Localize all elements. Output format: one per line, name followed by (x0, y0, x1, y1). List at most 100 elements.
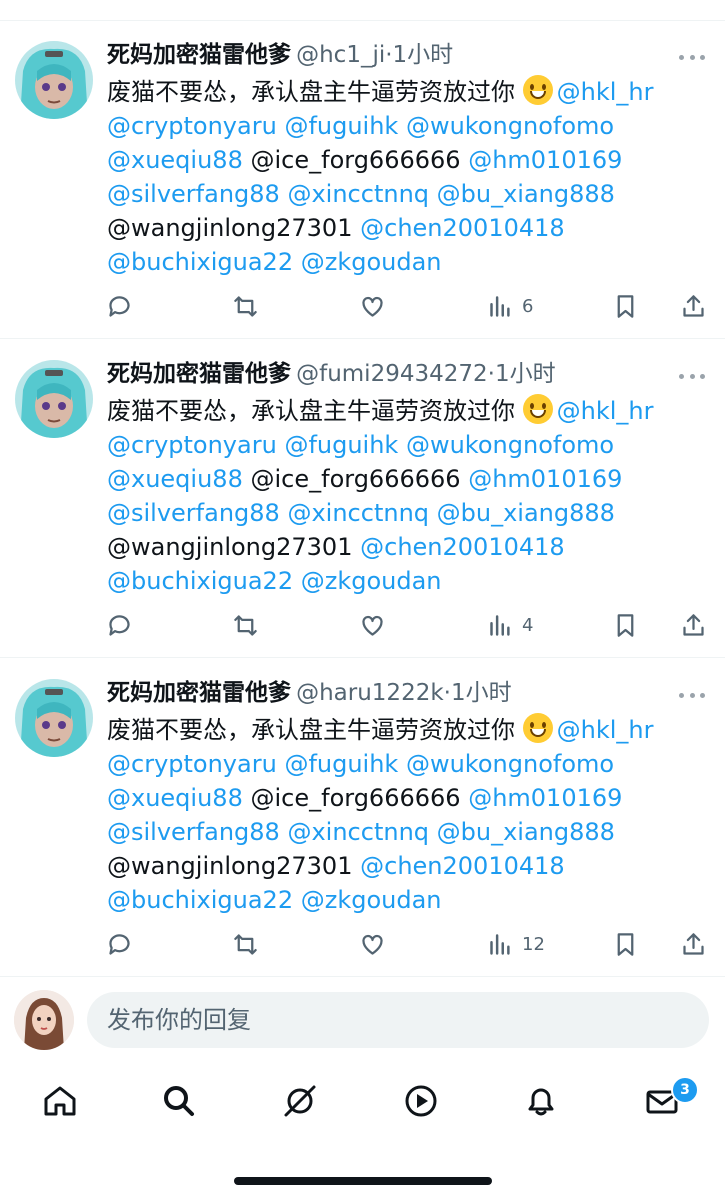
tweet-text-prefix: 废猫不要怂，承认盘主牛逼劳资放过你 (107, 716, 515, 744)
like-button[interactable] (359, 289, 386, 323)
mention-link[interactable]: @cryptonyaru (107, 750, 277, 778)
retweet-button[interactable] (232, 289, 259, 323)
mention-link[interactable]: @zkgoudan (301, 248, 442, 276)
bookmark-button[interactable] (612, 927, 639, 961)
share-button[interactable] (680, 927, 707, 961)
search-icon[interactable] (159, 1081, 199, 1121)
views-button[interactable]: 6 (487, 289, 533, 323)
like-button[interactable] (359, 608, 386, 642)
display-name[interactable]: 死妈加密猫雷他爹 (107, 680, 291, 706)
more-options-icon[interactable] (679, 374, 705, 380)
views-chart-icon (490, 933, 510, 955)
mention-link[interactable]: @fuguihk (284, 112, 398, 140)
heart-icon (362, 934, 383, 955)
mention-link[interactable]: @buchixigua22 (107, 248, 293, 276)
bookmark-icon (617, 932, 634, 956)
mention-link[interactable]: @bu_xiang888 (437, 180, 615, 208)
reply-input[interactable]: 发布你的回复 (87, 992, 709, 1048)
more-options-icon[interactable] (679, 693, 705, 699)
heart-icon (362, 615, 383, 636)
avatar[interactable] (15, 41, 93, 119)
reply-button[interactable] (106, 289, 133, 323)
mention-link[interactable]: @hm010169 (468, 784, 622, 812)
mention-link[interactable]: @xincctnnq (287, 180, 429, 208)
views-button[interactable]: 4 (487, 608, 533, 642)
more-options-icon[interactable] (679, 55, 705, 61)
separator-dot: · (487, 361, 495, 387)
mention-link[interactable]: @hm010169 (468, 146, 622, 174)
mention-link[interactable]: @wukongnofomo (406, 431, 614, 459)
mention-link[interactable]: @fuguihk (284, 431, 398, 459)
home-icon[interactable] (40, 1081, 80, 1121)
user-handle[interactable]: @haru1222k (296, 680, 444, 706)
tweet-actions: 6 (0, 289, 725, 323)
timestamp[interactable]: 1小时 (495, 361, 556, 387)
mention-link[interactable]: @buchixigua22 (107, 567, 293, 595)
display-name[interactable]: 死妈加密猫雷他爹 (107, 42, 291, 68)
mention-link[interactable]: @hkl_hr (557, 78, 654, 106)
tweet[interactable]: 死妈加密猫雷他爹 @hc1_ji·1小时 废猫不要怂，承认盘主牛逼劳资放过你 @… (0, 21, 725, 339)
mention-link[interactable]: @xincctnnq (287, 818, 429, 846)
mention-link[interactable]: @silverfang88 (107, 180, 280, 208)
mention-link[interactable]: @silverfang88 (107, 818, 280, 846)
mention-link[interactable]: @cryptonyaru (107, 112, 277, 140)
mention-link[interactable]: @xueqiu88 (107, 146, 243, 174)
reply-button[interactable] (106, 608, 133, 642)
mention-link[interactable]: @hkl_hr (557, 397, 654, 425)
mention-link[interactable]: @xueqiu88 (107, 465, 243, 493)
mention-link[interactable]: @zkgoudan (301, 567, 442, 595)
views-count: 12 (522, 933, 545, 955)
mention-link[interactable]: @hm010169 (468, 465, 622, 493)
avatar[interactable] (15, 360, 93, 438)
grinning-emoji-icon (522, 394, 553, 424)
avatar[interactable] (15, 679, 93, 757)
views-chart-icon (490, 295, 510, 317)
bookmark-button[interactable] (612, 289, 639, 323)
retweet-button[interactable] (232, 927, 259, 961)
mention-link[interactable]: @bu_xiang888 (437, 499, 615, 527)
mention-link[interactable]: @chen20010418 (360, 214, 565, 242)
mention-link[interactable]: @chen20010418 (360, 852, 565, 880)
views-count: 6 (522, 295, 534, 317)
bookmark-button[interactable] (612, 608, 639, 642)
grinning-emoji-icon (522, 713, 553, 743)
share-button[interactable] (680, 289, 707, 323)
mention-link[interactable]: @wukongnofomo (406, 112, 614, 140)
tweet-actions: 12 (0, 927, 725, 961)
timestamp[interactable]: 1小时 (451, 680, 512, 706)
mention-link[interactable]: @hkl_hr (557, 716, 654, 744)
reply-button[interactable] (106, 927, 133, 961)
mention-link[interactable]: @silverfang88 (107, 499, 280, 527)
notifications-bell-icon[interactable] (521, 1081, 561, 1121)
mention-link[interactable]: @fuguihk (284, 750, 398, 778)
video-play-icon[interactable] (401, 1081, 441, 1121)
mention-link[interactable]: @wukongnofomo (406, 750, 614, 778)
mention-link[interactable]: @zkgoudan (301, 886, 442, 914)
user-handle[interactable]: @hc1_ji (296, 42, 385, 68)
share-button[interactable] (680, 608, 707, 642)
tweet-text-prefix: 废猫不要怂，承认盘主牛逼劳资放过你 (107, 397, 515, 425)
display-name[interactable]: 死妈加密猫雷他爹 (107, 361, 291, 387)
mention-link[interactable]: @buchixigua22 (107, 886, 293, 914)
current-user-avatar[interactable] (14, 990, 74, 1050)
mention-link[interactable]: @cryptonyaru (107, 431, 277, 459)
mention-link[interactable]: @chen20010418 (360, 533, 565, 561)
tweet-header: 死妈加密猫雷他爹 @fumi29434272·1小时 (107, 354, 665, 394)
retweet-button[interactable] (232, 608, 259, 642)
tweet[interactable]: 死妈加密猫雷他爹 @haru1222k·1小时 废猫不要怂，承认盘主牛逼劳资放过… (0, 659, 725, 977)
mention-link[interactable]: @xincctnnq (287, 499, 429, 527)
views-button[interactable]: 12 (487, 927, 545, 961)
bottom-nav (0, 1075, 725, 1131)
retweet-icon (234, 295, 257, 317)
plain-mention-text: @ice_forg666666 (250, 784, 461, 812)
user-handle[interactable]: @fumi29434272 (296, 361, 488, 387)
mention-link[interactable]: @xueqiu88 (107, 784, 243, 812)
bookmark-icon (617, 294, 634, 318)
timestamp[interactable]: 1小时 (393, 42, 454, 68)
like-button[interactable] (359, 927, 386, 961)
share-icon (683, 932, 704, 955)
grok-icon[interactable] (280, 1081, 320, 1121)
mention-link[interactable]: @bu_xiang888 (437, 818, 615, 846)
reply-composer: 发布你的回复 (0, 978, 725, 1062)
tweet[interactable]: 死妈加密猫雷他爹 @fumi29434272·1小时 废猫不要怂，承认盘主牛逼劳… (0, 340, 725, 658)
